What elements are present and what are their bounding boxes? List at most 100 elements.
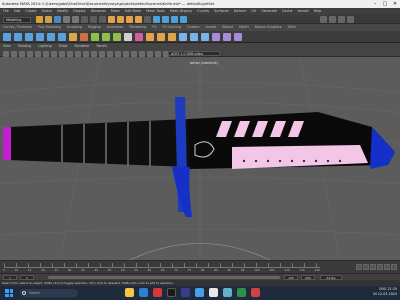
- history-icon[interactable]: [144, 16, 151, 23]
- windows-start-icon[interactable]: [5, 289, 13, 297]
- tab-custom[interactable]: Custom: [187, 24, 200, 31]
- cube-icon[interactable]: [14, 33, 22, 41]
- plane-icon[interactable]: [58, 33, 66, 41]
- photoshop-icon[interactable]: [195, 288, 204, 297]
- taskbar-search-box[interactable]: Search: [20, 289, 78, 297]
- wireframe-icon[interactable]: [51, 50, 57, 57]
- camera-attributes-icon[interactable]: [3, 50, 9, 57]
- file-explorer-icon[interactable]: [125, 288, 134, 297]
- pdf-app-icon[interactable]: [251, 288, 260, 297]
- save-scene-icon[interactable]: [54, 16, 61, 23]
- menu-mesh-tools[interactable]: Mesh Tools: [146, 8, 164, 15]
- channel-box-icon[interactable]: [347, 16, 354, 23]
- snap-curve-icon[interactable]: [117, 16, 124, 23]
- snap-surface-icon[interactable]: [135, 16, 142, 23]
- panel-menu-panels[interactable]: Panels: [97, 43, 108, 50]
- auto-map-icon[interactable]: [234, 33, 242, 41]
- menu-uv[interactable]: UV: [251, 8, 256, 15]
- snap-point-icon[interactable]: [126, 16, 133, 23]
- target-weld-icon[interactable]: [190, 33, 198, 41]
- render-settings-icon[interactable]: [180, 16, 187, 23]
- menu-edit-mesh[interactable]: Edit Mesh: [125, 8, 142, 15]
- tray-clock[interactable]: 21:35: [387, 287, 397, 291]
- separate-icon[interactable]: [102, 33, 110, 41]
- textured-icon[interactable]: [67, 50, 73, 57]
- ipr-render-icon[interactable]: [171, 16, 178, 23]
- exposure-icon[interactable]: [155, 50, 161, 57]
- snap-grid-icon[interactable]: [108, 16, 115, 23]
- edge-browser-icon[interactable]: [139, 288, 148, 297]
- film-gate-icon[interactable]: [35, 50, 41, 57]
- tab-sculpting[interactable]: Sculpting: [67, 24, 82, 31]
- maya-app-icon[interactable]: [223, 288, 232, 297]
- select-component-icon[interactable]: [99, 16, 106, 23]
- panel-menu-renderer[interactable]: Renderer: [74, 43, 89, 50]
- tool-settings-icon[interactable]: [338, 16, 345, 23]
- tab-rendering[interactable]: Rendering: [129, 24, 146, 31]
- menu-arnold[interactable]: Arnold: [298, 8, 309, 15]
- time-slider[interactable]: 5 10 15 20 25 30 35 40 45 50 55 60 65 70…: [0, 260, 400, 273]
- tray-date[interactable]: 12-03-2024: [378, 292, 397, 296]
- select-object-icon[interactable]: [90, 16, 97, 23]
- new-scene-icon[interactable]: [36, 16, 43, 23]
- tab-rigging[interactable]: Rigging: [88, 24, 101, 31]
- menu-help[interactable]: Help: [314, 8, 322, 15]
- disc-icon[interactable]: [69, 33, 77, 41]
- color-space-dropdown[interactable]: ACES 1.0 SDR-video: [168, 51, 220, 56]
- range-slider-track[interactable]: [48, 276, 280, 279]
- menu-surfaces[interactable]: Surfaces: [214, 8, 229, 15]
- sphere-icon[interactable]: [3, 33, 11, 41]
- menu-create[interactable]: Create: [25, 8, 36, 15]
- menu-display[interactable]: Display: [73, 8, 86, 15]
- panel-menu-show[interactable]: Show: [59, 43, 68, 50]
- quad-draw-icon[interactable]: [201, 33, 209, 41]
- menu-mesh[interactable]: Mesh: [111, 8, 120, 15]
- menu-curves[interactable]: Curves: [197, 8, 209, 15]
- smooth-shade-icon[interactable]: [59, 50, 65, 57]
- menu-deform[interactable]: Deform: [234, 8, 247, 15]
- maximize-button[interactable]: □: [380, 0, 390, 8]
- depth-of-field-icon[interactable]: [115, 50, 121, 57]
- ambient-occlusion-icon[interactable]: [91, 50, 97, 57]
- smooth-icon[interactable]: [113, 33, 121, 41]
- shadows-icon[interactable]: [83, 50, 89, 57]
- minimize-button[interactable]: –: [370, 0, 380, 8]
- resolution-gate-icon[interactable]: [43, 50, 49, 57]
- multi-cut-icon[interactable]: [179, 33, 187, 41]
- xray-joints-icon[interactable]: [139, 50, 145, 57]
- store-icon[interactable]: [167, 288, 176, 297]
- redo-icon[interactable]: [72, 16, 79, 23]
- tab-animation[interactable]: Animation: [107, 24, 124, 31]
- isolate-select-icon[interactable]: [123, 50, 129, 57]
- backface-culling-icon[interactable]: [147, 50, 153, 57]
- spreadsheet-app-icon[interactable]: [237, 288, 246, 297]
- bevel-icon[interactable]: [168, 33, 176, 41]
- go-to-start-icon[interactable]: [356, 264, 362, 270]
- motion-blur-icon[interactable]: [99, 50, 105, 57]
- menu-edit[interactable]: Edit: [14, 8, 21, 15]
- tab-curves-surfaces[interactable]: Curves / Surfaces: [3, 24, 32, 31]
- image-plane-icon[interactable]: [19, 50, 25, 57]
- menu-file[interactable]: File: [3, 8, 9, 15]
- combine-icon[interactable]: [91, 33, 99, 41]
- boolean-icon[interactable]: [124, 33, 132, 41]
- tray-region[interactable]: IN: [373, 292, 376, 296]
- after-effects-icon[interactable]: [181, 288, 190, 297]
- menu-modify[interactable]: Modify: [57, 8, 68, 15]
- tab-bifrost[interactable]: Bifrost: [222, 24, 233, 31]
- go-to-end-icon[interactable]: [391, 264, 397, 270]
- mirror-icon[interactable]: [135, 33, 143, 41]
- tab-arnold[interactable]: Arnold: [206, 24, 217, 31]
- uv-editor-icon[interactable]: [212, 33, 220, 41]
- close-button[interactable]: ✕: [390, 0, 400, 8]
- tab-motion-graphics[interactable]: Motion Graphics: [255, 24, 282, 31]
- tray-language[interactable]: ENG: [379, 287, 386, 291]
- play-backward-icon[interactable]: [370, 264, 376, 270]
- menu-set-dropdown[interactable]: Modeling: [3, 16, 31, 23]
- grid-icon[interactable]: [27, 50, 33, 57]
- tab-fx-caching[interactable]: FX Caching: [162, 24, 181, 31]
- bookmark-icon[interactable]: [11, 50, 17, 57]
- bridge-icon[interactable]: [157, 33, 165, 41]
- panel-menu-view[interactable]: View: [3, 43, 11, 50]
- anti-aliasing-icon[interactable]: [107, 50, 113, 57]
